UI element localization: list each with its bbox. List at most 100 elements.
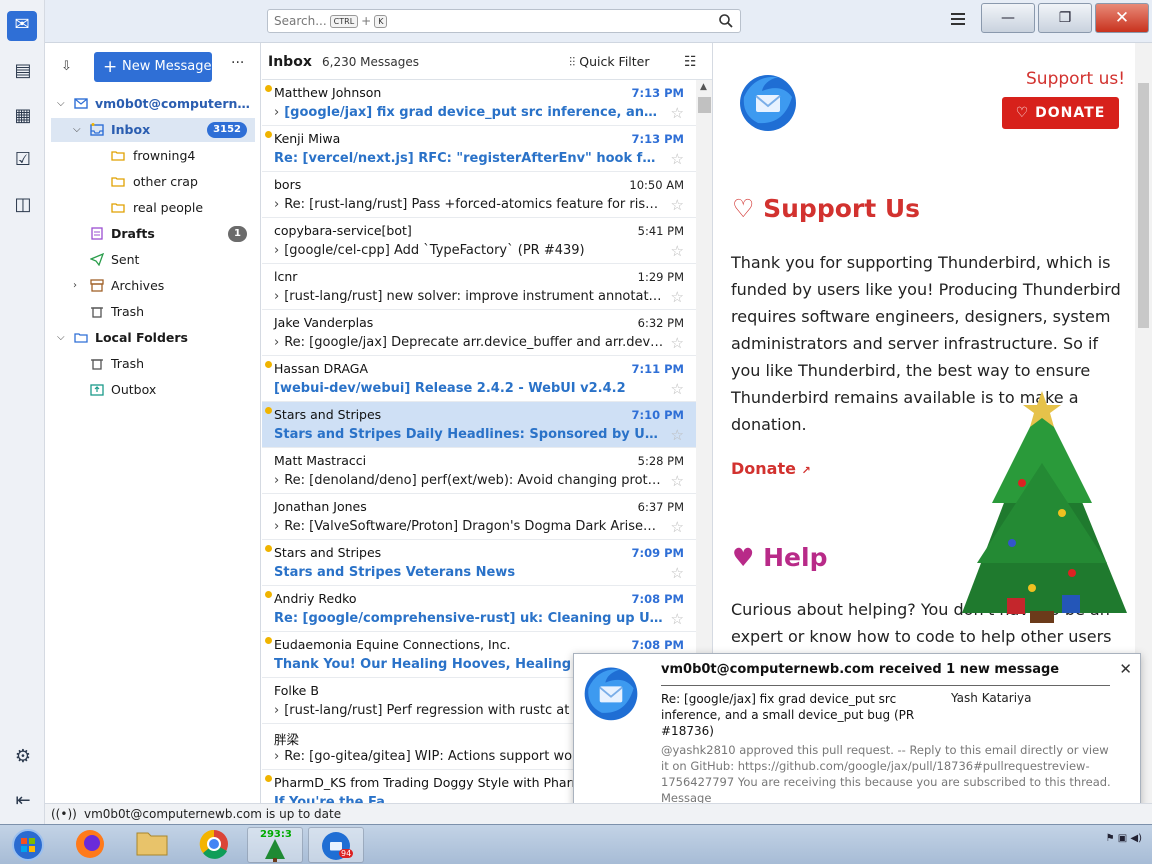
windows-start-icon [12, 829, 44, 861]
volume-icon[interactable]: ◀) [1130, 833, 1142, 844]
message-row[interactable]: Hassan DRAGA 7:11 PM [webui-dev/webui] Rel… [262, 356, 696, 402]
thread-chevron-icon[interactable]: › [274, 749, 279, 764]
star-icon[interactable]: ☆ [671, 288, 684, 306]
thread-chevron-icon[interactable]: › [274, 703, 279, 718]
new-message-button[interactable]: + New Message [94, 52, 212, 82]
star-icon[interactable]: ☆ [671, 196, 684, 214]
get-messages-icon[interactable]: ⇩ [61, 59, 77, 75]
thread-chevron-icon[interactable]: › [274, 105, 279, 120]
account-label: vm0b0t@computernewb.com [95, 96, 251, 111]
quick-filter-button[interactable]: ⫶⫶ Quick Filter [569, 54, 650, 70]
system-tray[interactable]: ⚑ ▣ ◀) [1106, 833, 1142, 845]
scroll-thumb[interactable] [698, 97, 711, 113]
star-icon[interactable]: ☆ [671, 472, 684, 490]
support-us-link[interactable]: Support us! [1026, 69, 1125, 89]
message-time: 1:29 PM [637, 270, 684, 284]
taskbar-tree-app[interactable]: 293:3 [247, 827, 303, 863]
donate-button[interactable]: ♡ DONATE [1002, 97, 1119, 129]
folder-real-people[interactable]: real people [51, 196, 255, 220]
folder-trash[interactable]: Trash [51, 300, 255, 324]
folder-archives[interactable]: › Archives [51, 274, 255, 298]
flag-icon[interactable]: ⚑ [1106, 833, 1115, 844]
more-options-icon[interactable]: ··· [231, 55, 244, 71]
taskbar-thunderbird[interactable]: 94 [308, 827, 364, 863]
message-subject: [webui-dev/webui] Release 2.4.2 - WebUI … [274, 381, 664, 396]
star-icon[interactable]: ☆ [671, 334, 684, 352]
local-outbox[interactable]: Outbox [51, 378, 255, 402]
unread-dot-icon[interactable] [265, 85, 272, 92]
start-button[interactable] [0, 827, 56, 863]
unread-dot-icon[interactable] [265, 591, 272, 598]
unread-dot-icon[interactable] [265, 131, 272, 138]
chevron-down-icon[interactable]: ⌵ [57, 92, 65, 116]
message-row[interactable]: Stars and Stripes 7:10 PM Stars and Stripe… [262, 402, 696, 448]
collapse-sidebar-icon[interactable]: ⇤ [12, 790, 34, 812]
star-icon[interactable]: ☆ [671, 564, 684, 582]
star-icon[interactable]: ☆ [671, 150, 684, 168]
thread-chevron-icon[interactable]: › [274, 197, 279, 212]
maximize-button[interactable]: ❐ [1038, 3, 1092, 33]
app-menu-icon[interactable] [951, 13, 965, 25]
reader-scroll-thumb[interactable] [1138, 83, 1149, 328]
mail-icon[interactable]: ✉ [7, 11, 37, 41]
folder-sent[interactable]: Sent [51, 248, 255, 272]
thread-chevron-icon[interactable]: › [274, 289, 279, 304]
thread-chevron-icon[interactable]: › [274, 335, 279, 350]
chat-icon[interactable]: ◫ [12, 194, 34, 216]
folder-other-crap[interactable]: other crap [51, 170, 255, 194]
star-icon[interactable]: ☆ [671, 104, 684, 122]
unread-dot-icon[interactable] [265, 775, 272, 782]
chevron-right-icon[interactable]: › [73, 274, 77, 298]
folder-inbox[interactable]: ⌵ Inbox 3152 [51, 118, 255, 142]
thread-chevron-icon[interactable]: › [274, 473, 279, 488]
minimize-button[interactable]: — [981, 3, 1035, 33]
taskbar-explorer[interactable] [124, 827, 180, 863]
settings-gear-icon[interactable]: ⚙ [12, 746, 34, 768]
star-icon[interactable]: ☆ [671, 242, 684, 260]
message-row[interactable]: Kenji Miwa 7:13 PM Re: [vercel/next.js] RF… [262, 126, 696, 172]
star-icon[interactable]: ☆ [671, 610, 684, 628]
message-row[interactable]: copybara-service[bot] 5:41 PM › [google/cel… [262, 218, 696, 264]
folder-drafts[interactable]: Drafts 1 [51, 222, 255, 246]
message-row[interactable]: Stars and Stripes 7:09 PM Stars and Stripe… [262, 540, 696, 586]
message-row[interactable]: Jonathan Jones 6:37 PM › Re: [ValveSoftware… [262, 494, 696, 540]
address-book-icon[interactable]: ▤ [12, 60, 34, 82]
chevron-down-icon[interactable]: ⌵ [57, 326, 65, 350]
unread-dot-icon[interactable] [265, 545, 272, 552]
local-folders-row[interactable]: ⌵ Local Folders [51, 326, 255, 350]
message-row[interactable]: bors 10:50 AM › Re: [rust-lang/rust] Pass +… [262, 172, 696, 218]
new-mail-notification[interactable]: vm0b0t@computernewb.com received 1 new m… [573, 653, 1141, 814]
unread-dot-icon[interactable] [265, 361, 272, 368]
message-row[interactable]: Matthew Johnson 7:13 PM › [google/jax] fix … [262, 80, 696, 126]
chevron-down-icon[interactable]: ⌵ [73, 118, 81, 142]
star-icon[interactable]: ☆ [671, 518, 684, 536]
close-icon[interactable]: ✕ [1119, 660, 1132, 678]
display-options-icon[interactable]: ☷ [684, 54, 697, 70]
external-link-icon: ↗ [801, 464, 811, 477]
taskbar-firefox[interactable] [62, 827, 118, 863]
search-input[interactable]: Search... CTRL + K [267, 9, 741, 33]
online-status-icon[interactable]: ((•)) [51, 804, 77, 824]
close-button[interactable]: ✕ [1095, 3, 1149, 33]
scroll-up-icon[interactable]: ▲ [700, 82, 707, 92]
local-trash[interactable]: Trash [51, 352, 255, 376]
message-row[interactable]: Andriy Redko 7:08 PM Re: [google/comprehen… [262, 586, 696, 632]
donate-link[interactable]: Donate ↗ [731, 459, 811, 478]
thread-chevron-icon[interactable]: › [274, 519, 279, 534]
calendar-icon[interactable]: ▦ [12, 105, 34, 127]
thunderbird-unread-badge: 94 [339, 849, 354, 858]
taskbar-chrome[interactable] [186, 827, 242, 863]
star-icon[interactable]: ☆ [671, 380, 684, 398]
thread-chevron-icon[interactable]: › [274, 243, 279, 258]
star-icon[interactable]: ☆ [671, 426, 684, 444]
tasks-icon[interactable]: ☑ [12, 149, 34, 171]
folder-frowning4[interactable]: frowning4 [51, 144, 255, 168]
message-row[interactable]: Matt Mastracci 5:28 PM › Re: [denoland/deno… [262, 448, 696, 494]
search-icon[interactable] [718, 13, 734, 29]
message-row[interactable]: Jake Vanderplas 6:32 PM › Re: [google/jax] … [262, 310, 696, 356]
unread-dot-icon[interactable] [265, 407, 272, 414]
message-row[interactable]: lcnr 1:29 PM › [rust-lang/rust] new solver:… [262, 264, 696, 310]
network-icon[interactable]: ▣ [1118, 833, 1127, 844]
unread-dot-icon[interactable] [265, 637, 272, 644]
account-row[interactable]: ⌵ vm0b0t@computernewb.com [51, 92, 255, 116]
